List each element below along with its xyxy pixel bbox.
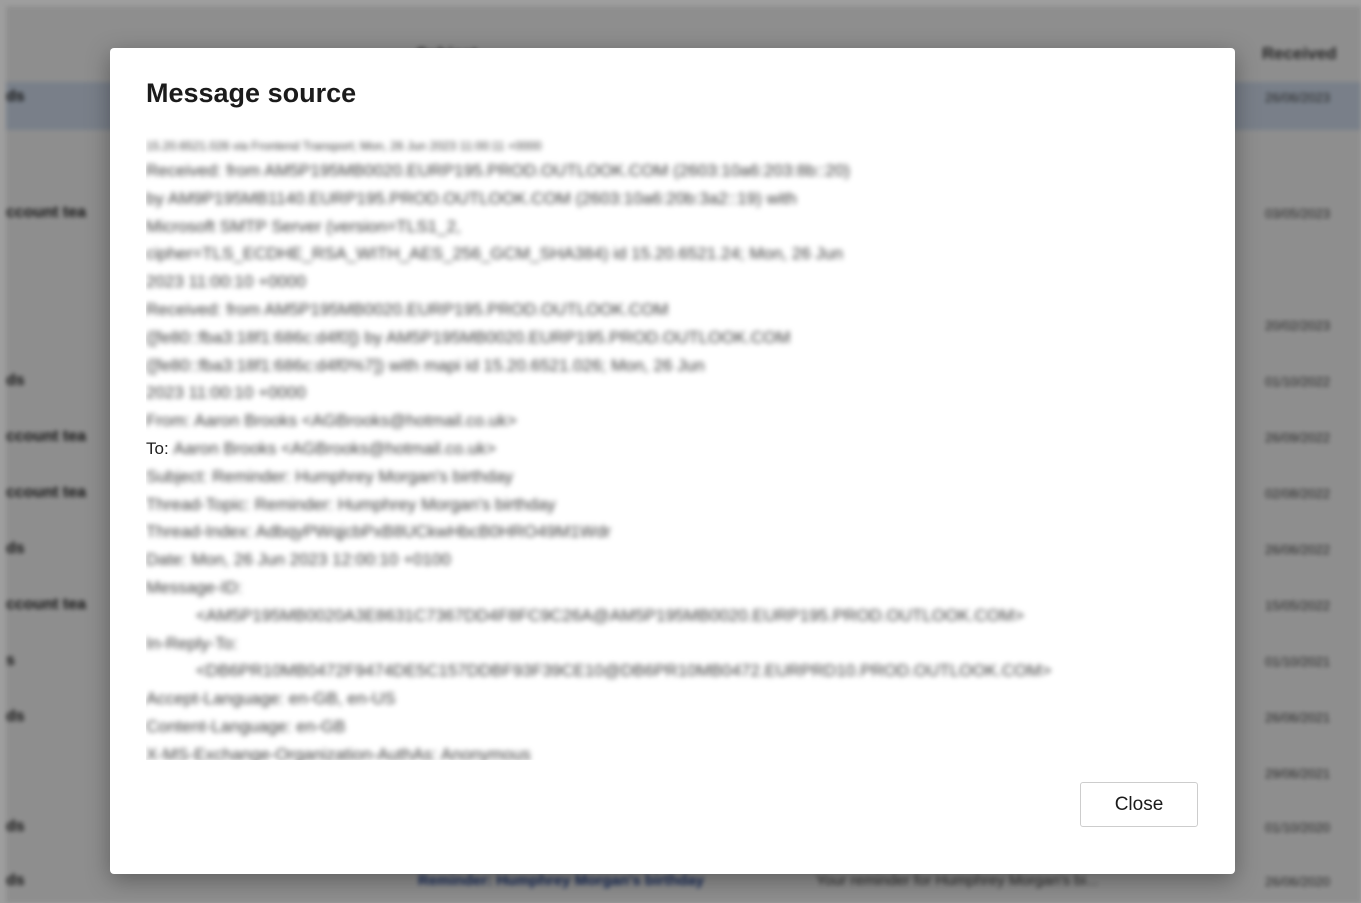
source-line: 2023 11:00:10 +0000 bbox=[146, 383, 306, 403]
source-line: Microsoft SMTP Server (version=TLS1_2, bbox=[146, 216, 461, 236]
source-line: cipher=TLS_ECDHE_RSA_WITH_AES_256_GCM_SH… bbox=[146, 244, 843, 264]
source-line: by AM9P195MB1140.EURP195.PROD.OUTLOOK.CO… bbox=[146, 188, 797, 208]
source-line: Subject: Reminder: Humphrey Morgan's bir… bbox=[146, 466, 514, 486]
source-line: X-MS-Exchange-Organization-AuthAs: Anony… bbox=[146, 744, 531, 760]
source-line-header-name: To: bbox=[146, 438, 174, 458]
dialog-title: Message source bbox=[146, 78, 357, 108]
source-line: Thread-Topic: Reminder: Humphrey Morgan'… bbox=[146, 494, 556, 514]
source-line: ([fe80::fba3:18f1:686c:d4f0%7]) with map… bbox=[146, 355, 705, 375]
source-line: In-Reply-To: bbox=[146, 633, 238, 653]
message-source-text[interactable]: 15.20.6521.026 via Frontend Transport; M… bbox=[146, 136, 1206, 760]
source-line: To: Aaron Brooks <AGBrooks@hotmail.co.uk… bbox=[146, 435, 1206, 463]
source-line: Message-ID: bbox=[146, 577, 243, 597]
source-line: ([fe80::fba3:18f1:686c:d4f0]) by AM5P195… bbox=[146, 327, 791, 347]
source-line: From: Aaron Brooks <AGBrooks@hotmail.co.… bbox=[146, 411, 517, 431]
close-button[interactable]: Close bbox=[1080, 782, 1198, 827]
source-line-value: Aaron Brooks <AGBrooks@hotmail.co.uk> bbox=[173, 438, 496, 458]
message-source-dialog: Message source 15.20.6521.026 via Fronte… bbox=[110, 48, 1235, 874]
source-line: <DB6PR10MB0472F9474DE5C157DDBF93F39CE10@… bbox=[196, 661, 1052, 681]
source-line: Thread-Index: AdbqyPWqjcbPxB8UCkwHbcB0HR… bbox=[146, 522, 611, 542]
source-line: Content-Language: en-GB bbox=[146, 716, 346, 736]
source-line: Received: from AM5P195MB0020.EURP195.PRO… bbox=[146, 299, 669, 319]
source-line: Received: from AM5P195MB0020.EURP195.PRO… bbox=[146, 161, 850, 180]
source-line: 2023 11:00:10 +0000 bbox=[146, 272, 306, 292]
source-line: <AM5P195MB0020A3E8631C7367DD4F8FC9C26A@A… bbox=[196, 605, 1024, 625]
source-line: Date: Mon, 26 Jun 2023 12:00:10 +0100 bbox=[146, 550, 451, 570]
source-line: Accept-Language: en-GB, en-US bbox=[146, 689, 396, 709]
source-line: 15.20.6521.026 via Frontend Transport; M… bbox=[146, 139, 542, 153]
